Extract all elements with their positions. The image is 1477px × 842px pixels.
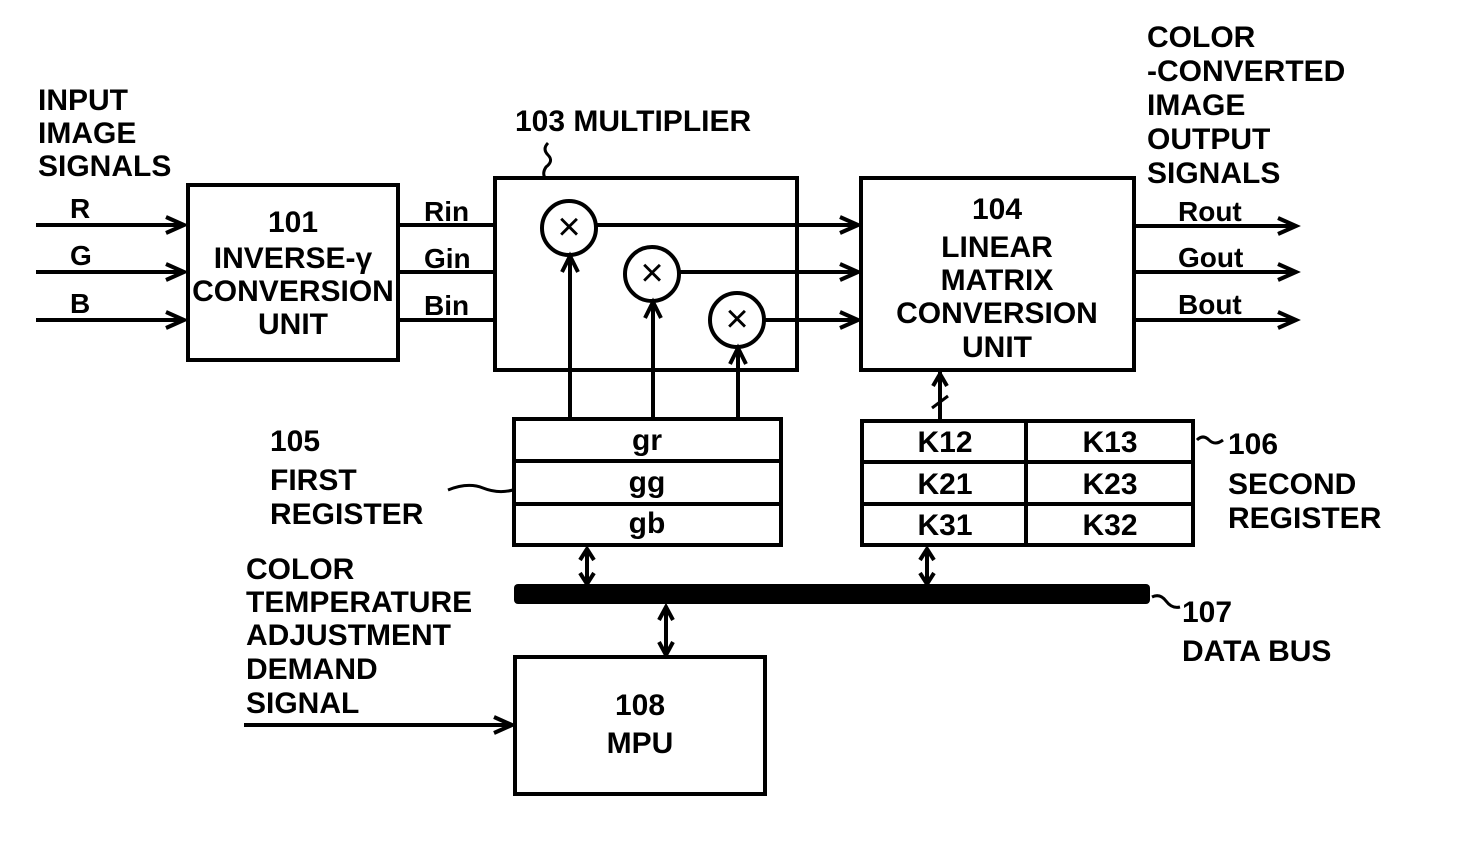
demand-label-line: ADJUSTMENT <box>246 619 451 652</box>
multiply-icon: × <box>640 251 663 295</box>
input-label-line: INPUT <box>38 84 128 117</box>
unit-104-number: 104 <box>972 193 1022 226</box>
input-signal-r: R <box>70 193 90 224</box>
mpu-108: 108 MPU <box>513 602 767 796</box>
signal-bin-label: Bin <box>424 290 469 321</box>
output-label-line: IMAGE <box>1147 89 1245 122</box>
unit-104-line: UNIT <box>962 331 1032 364</box>
output-label-line: -CONVERTED <box>1147 55 1345 88</box>
unit-101-line: CONVERSION <box>192 275 394 308</box>
mpu-name: MPU <box>607 727 674 760</box>
input-signal-g: G <box>70 240 92 271</box>
register-cell-k12: K12 <box>917 426 972 459</box>
register-cell-k13: K13 <box>1082 426 1137 459</box>
register-cell-gb: gb <box>629 507 666 540</box>
unit-104-line: CONVERSION <box>896 297 1098 330</box>
output-signal-gout: Gout <box>1178 242 1243 273</box>
demand-label-line: COLOR <box>246 553 355 586</box>
data-bus-name: DATA BUS <box>1182 635 1331 668</box>
color-conversion-block-diagram: INPUT IMAGE SIGNALS R G B 101 INVERSE-γ … <box>36 21 1382 796</box>
signal-rin-label: Rin <box>424 196 469 227</box>
input-image-signals-label: INPUT IMAGE SIGNALS <box>38 84 171 183</box>
register-cell-k31: K31 <box>917 509 972 542</box>
register-106-name: REGISTER <box>1228 502 1382 535</box>
register-105-name: FIRST <box>270 464 357 497</box>
unit-101-line: INVERSE-γ <box>214 242 373 275</box>
data-bus-bar <box>514 584 1150 604</box>
unit-104-line: LINEAR <box>941 231 1053 264</box>
output-label-line: OUTPUT <box>1147 123 1270 156</box>
register-105-number: 105 <box>270 425 320 458</box>
input-label-line: IMAGE <box>38 117 136 150</box>
multiplier-103: 103 MULTIPLIER × × × <box>493 105 863 418</box>
linear-matrix-conversion-unit-104: 104 LINEAR MATRIX CONVERSION UNIT <box>859 176 1136 372</box>
data-bus-number: 107 <box>1182 596 1232 629</box>
leader-line <box>1151 594 1181 609</box>
register-cell-gr: gr <box>632 424 662 457</box>
mpu-box <box>513 655 767 796</box>
unit-104-line: MATRIX <box>941 264 1054 297</box>
output-signal-rout: Rout <box>1178 196 1242 227</box>
leader-line <box>542 141 553 179</box>
register-105-name: REGISTER <box>270 498 424 531</box>
output-label-line: SIGNALS <box>1147 157 1280 190</box>
output-signal-lines: Rout Gout Bout <box>1134 196 1301 330</box>
register-cell-k23: K23 <box>1082 468 1137 501</box>
demand-label-line: SIGNAL <box>246 687 359 720</box>
input-label-line: SIGNALS <box>38 150 171 183</box>
register-cell-k21: K21 <box>917 468 972 501</box>
leader-line <box>1195 435 1224 445</box>
input-signal-b: B <box>70 288 90 319</box>
color-converted-output-label: COLOR -CONVERTED IMAGE OUTPUT SIGNALS <box>1147 21 1345 190</box>
mpu-number: 108 <box>615 689 665 722</box>
register-106-number: 106 <box>1228 428 1278 461</box>
multiply-icon: × <box>557 205 580 249</box>
unit-101-number: 101 <box>268 206 318 239</box>
multiplier-label: 103 MULTIPLIER <box>515 105 751 138</box>
output-signal-bout: Bout <box>1178 289 1242 320</box>
demand-label-line: TEMPERATURE <box>246 586 472 619</box>
color-temperature-demand-label: COLOR TEMPERATURE ADJUSTMENT DEMAND SIGN… <box>244 553 517 735</box>
leader-line <box>447 483 514 494</box>
register-106-name: SECOND <box>1228 468 1356 501</box>
output-label-line: COLOR <box>1147 21 1256 54</box>
inverse-gamma-conversion-unit-101: 101 INVERSE-γ CONVERSION UNIT <box>186 183 400 362</box>
second-register-106: K12 K13 K21 K23 K31 K32 106 SECOND REGIS… <box>860 370 1382 588</box>
multiply-icon: × <box>725 297 748 341</box>
input-signal-lines: R G B <box>36 193 189 330</box>
signal-gin-label: Gin <box>424 243 471 274</box>
unit-101-line: UNIT <box>258 308 328 341</box>
register-cell-gg: gg <box>629 466 666 499</box>
demand-label-line: DEMAND <box>246 653 378 686</box>
register-cell-k32: K32 <box>1082 509 1137 542</box>
